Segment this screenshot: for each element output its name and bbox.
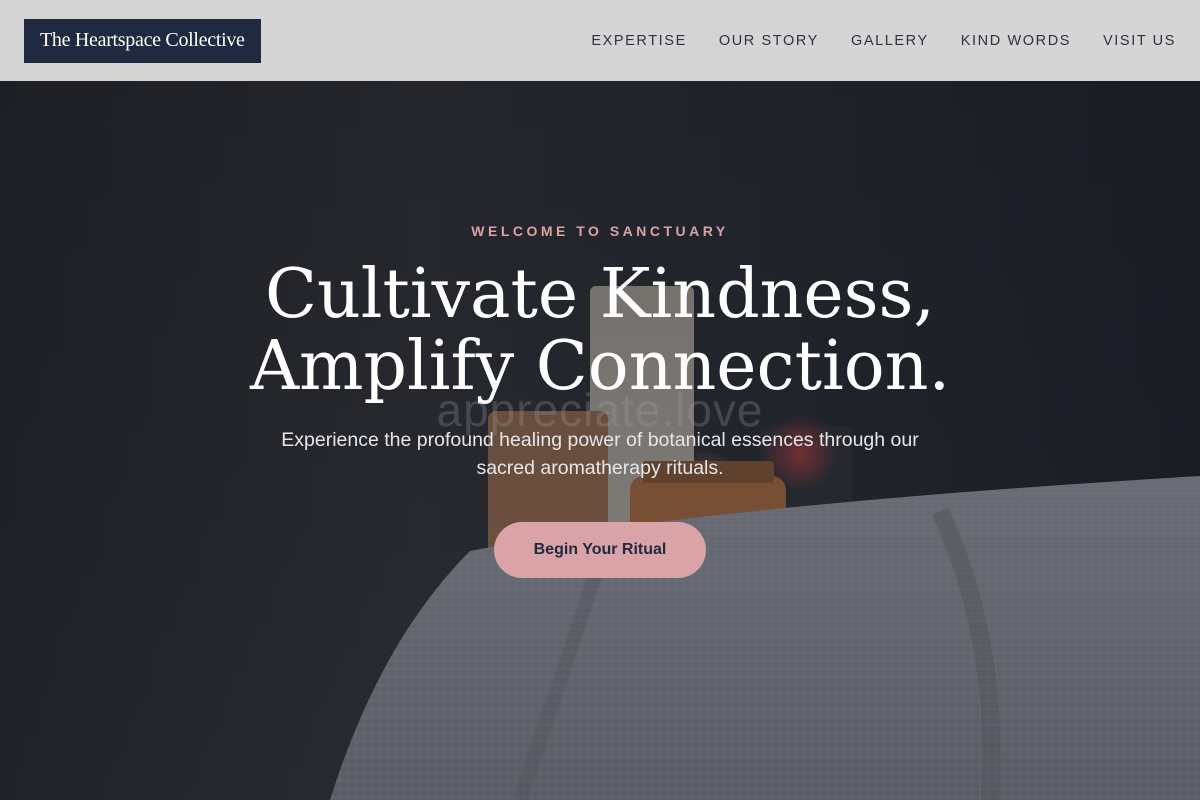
- main-nav: EXPERTISE OUR STORY GALLERY KIND WORDS V…: [591, 33, 1176, 49]
- nav-link-our-story[interactable]: OUR STORY: [719, 33, 819, 49]
- site-logo[interactable]: The Heartspace Collective: [24, 18, 261, 63]
- site-header: The Heartspace Collective EXPERTISE OUR …: [0, 0, 1200, 81]
- nav-link-kind-words[interactable]: KIND WORDS: [961, 33, 1071, 49]
- hero-headline: Cultivate Kindness, Amplify Connection.: [0, 259, 1200, 403]
- begin-ritual-button[interactable]: Begin Your Ritual: [494, 522, 706, 578]
- hero-eyebrow: WELCOME TO SANCTUARY: [471, 223, 729, 239]
- nav-link-expertise[interactable]: EXPERTISE: [591, 33, 687, 49]
- hero-subtitle: Experience the profound healing power of…: [281, 429, 919, 479]
- hero-section: WELCOME TO SANCTUARY Cultivate Kindness,…: [0, 81, 1200, 800]
- nav-link-visit-us[interactable]: VISIT US: [1103, 33, 1176, 49]
- hero-content: WELCOME TO SANCTUARY Cultivate Kindness,…: [0, 81, 1200, 800]
- hero-headline-line1: Cultivate Kindness,: [264, 255, 936, 334]
- nav-link-gallery[interactable]: GALLERY: [851, 33, 929, 49]
